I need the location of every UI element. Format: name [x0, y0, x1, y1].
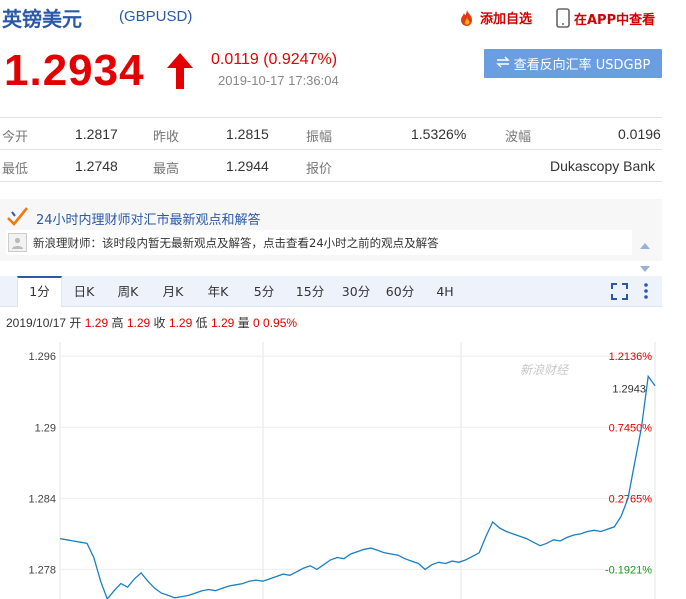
pct-tick-label: 0.7450% [609, 422, 653, 434]
intraday-line-chart: 新浪财经 1.296 1.29 1.284 1.278 1.2136% 0.7450% 0… [28, 342, 656, 599]
triangle-down-icon[interactable] [640, 257, 650, 276]
expert-title: 24小时内理财师对汇市最新观点和解答 [36, 212, 261, 228]
tab-5min[interactable]: 5分 [246, 276, 282, 307]
ohlc-summary: 2019/10/17 开 1.29 高 1.29 收 1.29 低 1.29 量… [6, 314, 297, 331]
tab-month-k[interactable]: 月K [155, 276, 191, 307]
quote-header: 英镑美元 (GBPUSD) 添加自选 在APP中查看 [0, 0, 686, 34]
phone-icon [556, 8, 570, 28]
ohlc-low: 1.29 [210, 316, 235, 330]
tab-1min[interactable]: 1分 [17, 276, 62, 307]
ohlc-high-label: 高 [111, 316, 124, 330]
ohlc-open: 1.29 [84, 316, 109, 330]
message-scroller[interactable] [640, 234, 650, 276]
prev-close-value: 1.2815 [226, 126, 269, 142]
ohlc-open-label: 开 [69, 316, 82, 330]
prev-close-label: 昨收 [153, 130, 180, 145]
tab-60min[interactable]: 60分 [380, 276, 420, 307]
tab-year-k[interactable]: 年K [200, 276, 236, 307]
price-line [59, 374, 656, 599]
more-options-icon[interactable] [643, 282, 649, 304]
tab-4h[interactable]: 4H [427, 276, 463, 307]
swap-icon [495, 56, 510, 72]
pct-tick-label: -0.1921% [605, 564, 652, 576]
ohlc-close: 1.29 [168, 316, 193, 330]
stats-table: 今开 1.2817 昨收 1.2815 振幅 1.5326% 波幅 0.0196… [0, 117, 662, 182]
expert-opinions-panel: 24小时内理财师对汇市最新观点和解答 新浪理财师：该时段内暂无最新观点及解答，点… [0, 199, 662, 272]
triangle-up-icon[interactable] [640, 234, 650, 253]
amplitude-label: 振幅 [306, 130, 333, 145]
tab-day-k[interactable]: 日K [66, 276, 102, 307]
view-in-app-label: 在APP中查看 [574, 12, 656, 28]
pct-tick-label: 0.2765% [609, 493, 653, 505]
y-tick-label: 1.284 [28, 493, 56, 505]
ohlc-vol: 0 [253, 316, 260, 330]
volatility-label: 波幅 [505, 130, 532, 145]
high-value: 1.2944 [226, 158, 269, 174]
reverse-rate-button[interactable]: 查看反向汇率 USDGBP [484, 49, 662, 78]
quote-source-value: Dukascopy Bank [550, 158, 656, 174]
ohlc-close-label: 收 [153, 316, 166, 330]
ohlc-pct: 0.95% [263, 316, 298, 330]
current-price: 1.2934 [4, 46, 145, 95]
y-tick-label: 1.29 [35, 422, 56, 434]
fullscreen-icon[interactable] [611, 283, 628, 304]
tab-30min[interactable]: 30分 [336, 276, 376, 307]
last-value-label: 1.2943 [612, 383, 646, 395]
open-label: 今开 [2, 130, 29, 145]
ohlc-low-label: 低 [195, 316, 208, 330]
quote-time: 2019-10-17 17:36:04 [218, 73, 339, 88]
arrow-up-icon [166, 52, 194, 94]
stats-row: 今开 1.2817 昨收 1.2815 振幅 1.5326% 波幅 0.0196 [0, 118, 662, 150]
high-label: 最高 [153, 162, 180, 177]
view-in-app-button[interactable]: 在APP中查看 [556, 8, 655, 28]
y-tick-label: 1.296 [28, 351, 56, 363]
open-value: 1.2817 [75, 126, 118, 142]
y-tick-label: 1.278 [28, 564, 56, 576]
amplitude-value: 1.5326% [411, 126, 467, 142]
ohlc-vol-label: 量 [237, 316, 250, 330]
price-change: 0.0119 (0.9247%) [211, 51, 338, 68]
low-label: 最低 [2, 162, 29, 177]
avatar [8, 233, 27, 252]
expert-message-text: 新浪理财师：该时段内暂无最新观点及解答，点击查看24小时之前的观点及解答 [33, 235, 439, 250]
quote-source-label: 报价 [306, 162, 333, 177]
expert-message[interactable]: 新浪理财师：该时段内暂无最新观点及解答，点击查看24小时之前的观点及解答 [6, 230, 632, 255]
ohlc-date: 2019/10/17 [6, 316, 67, 330]
volatility-value: 0.0196 [618, 126, 661, 142]
chart-period-tabs: 1分 日K 周K 月K 年K 5分 15分 30分 60分 4H [0, 276, 662, 307]
ohlc-high: 1.29 [126, 316, 151, 330]
symbol-code: (GBPUSD) [119, 8, 193, 25]
expert-opinions-link[interactable]: 24小时内理财师对汇市最新观点和解答 [6, 206, 261, 230]
add-watchlist-button[interactable]: 添加自选 [458, 8, 532, 27]
stats-row: 最低 1.2748 最高 1.2944 报价 Dukascopy Bank [0, 150, 662, 182]
tab-15min[interactable]: 15分 [290, 276, 330, 307]
flame-icon [458, 9, 476, 27]
add-watchlist-label: 添加自选 [480, 12, 533, 27]
pct-tick-label: 1.2136% [609, 351, 653, 363]
reverse-rate-label: 查看反向汇率 USDGBP [513, 58, 651, 73]
tab-week-k[interactable]: 周K [110, 276, 146, 307]
page-title: 英镑美元 [2, 7, 82, 31]
watermark: 新浪财经 [520, 363, 570, 377]
low-value: 1.2748 [75, 158, 118, 174]
trend-check-icon [6, 206, 30, 230]
